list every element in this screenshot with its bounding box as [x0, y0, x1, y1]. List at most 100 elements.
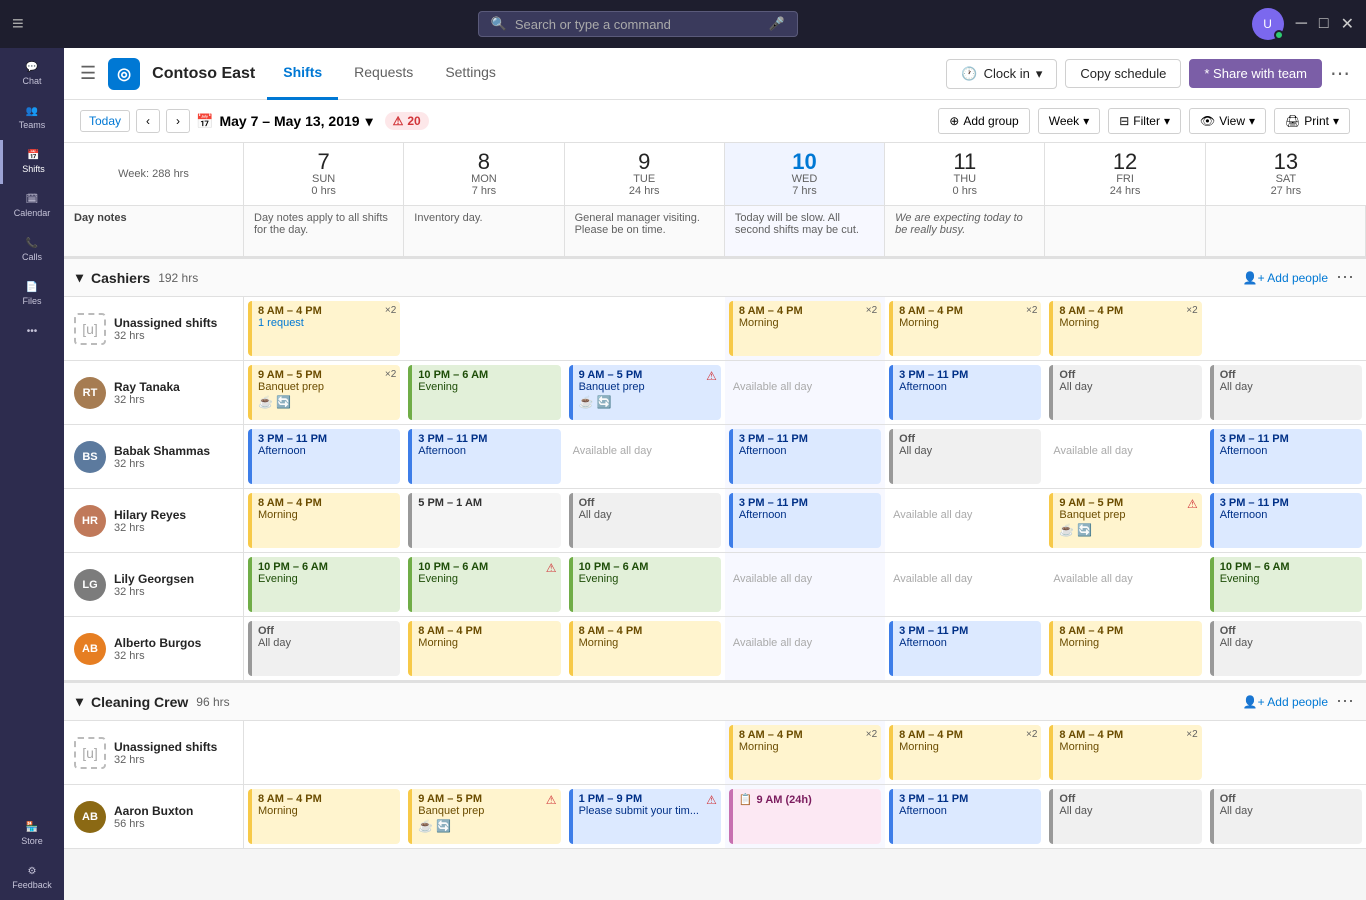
cleaning-unassigned-wed[interactable]: 8 AM – 4 PM ×2 Morning	[725, 721, 885, 784]
lily-mon-shift[interactable]: 10 PM – 6 AM Evening ⚠	[404, 553, 564, 616]
hilary-fri-shift[interactable]: 9 AM – 5 PM Banquet prep ⚠ ☕🔄	[1045, 489, 1205, 552]
online-status-dot	[1274, 30, 1284, 40]
aaron-fri-shift[interactable]: Off All day	[1045, 785, 1205, 848]
lily-sun-shift[interactable]: 10 PM – 6 AM Evening	[244, 553, 404, 616]
hilary-sun-shift[interactable]: 8 AM – 4 PM Morning	[244, 489, 404, 552]
lily-wed-shift: Available all day	[725, 553, 885, 616]
maximize-button[interactable]: □	[1319, 15, 1329, 33]
cashiers-add-people-button[interactable]: 👤+ Add people	[1243, 271, 1328, 285]
aaron-mon-shift[interactable]: 9 AM – 5 PM Banquet prep ⚠ ☕🔄	[404, 785, 564, 848]
sidebar-item-chat[interactable]: 💬 Chat	[0, 52, 64, 96]
cleaning-unassigned-fri[interactable]: 8 AM – 4 PM ×2 Morning	[1045, 721, 1205, 784]
add-group-button[interactable]: ⊕ Add group	[938, 108, 1029, 134]
minimize-button[interactable]: ─	[1296, 15, 1307, 33]
alberto-mon-shift[interactable]: 8 AM – 4 PM Morning	[404, 617, 564, 680]
hilary-tue-shift[interactable]: Off All day	[565, 489, 725, 552]
group-collapse-icon[interactable]: ▾	[76, 269, 83, 286]
babak-sat-shift[interactable]: 3 PM – 11 PM Afternoon	[1206, 425, 1366, 488]
alberto-wed-shift: Available all day	[725, 617, 885, 680]
next-week-button[interactable]: ›	[166, 109, 190, 133]
cashiers-group-name: ▾ Cashiers 192 hrs	[76, 269, 198, 286]
ray-mon-shift[interactable]: 10 PM – 6 AM Evening	[404, 361, 564, 424]
sidebar-item-calls[interactable]: 📞 Calls	[0, 228, 64, 272]
ray-tue-shift[interactable]: 9 AM – 5 PM Banquet prep ⚠ ☕🔄	[565, 361, 725, 424]
aaron-info: AB Aaron Buxton 56 hrs	[64, 785, 244, 848]
lily-georgsen-row: LG Lily Georgsen 32 hrs 10 PM – 6 AM Eve…	[64, 553, 1366, 617]
alberto-tue-shift[interactable]: 8 AM – 4 PM Morning	[565, 617, 725, 680]
print-button[interactable]: 🖨 Print ▾	[1274, 108, 1350, 134]
hamburger-menu[interactable]: ☰	[80, 63, 96, 84]
lily-sat-shift[interactable]: 10 PM – 6 AM Evening	[1206, 553, 1366, 616]
babak-thu-shift[interactable]: Off All day	[885, 425, 1045, 488]
babak-sun-shift[interactable]: 3 PM – 11 PM Afternoon	[244, 425, 404, 488]
view-button[interactable]: 👁 View ▾	[1189, 108, 1266, 134]
filter-icon: ⊟	[1119, 114, 1129, 128]
ray-sun-shift[interactable]: 9 AM – 5 PM ×2 Banquet prep ☕🔄	[244, 361, 404, 424]
day-note-mon: Inventory day.	[404, 206, 564, 256]
schedule-container: Week: 288 hrs 7 Sun 0 hrs 8 Mon 7 hrs 9 …	[64, 143, 1366, 900]
sidebar-item-store[interactable]: 🏪 Store	[0, 812, 64, 856]
nav-shifts[interactable]: Shifts	[267, 48, 338, 100]
hilary-sat-shift[interactable]: 3 PM – 11 PM Afternoon	[1206, 489, 1366, 552]
babak-shammas-row: BS Babak Shammas 32 hrs 3 PM – 11 PM Aft…	[64, 425, 1366, 489]
ray-sat-shift[interactable]: Off All day	[1206, 361, 1366, 424]
col-header-thu: 11 Thu 0 hrs	[885, 143, 1045, 205]
sidebar-item-calendar[interactable]: 🗓 Calendar	[0, 184, 64, 228]
hilary-mon-shift[interactable]: 5 PM – 1 AM	[404, 489, 564, 552]
cashiers-more-icon[interactable]: ⋯	[1336, 267, 1354, 288]
calls-label: Calls	[22, 252, 42, 262]
unassigned-sun-shift[interactable]: 8 AM – 4 PM ×2 1 request	[244, 297, 404, 360]
date-range[interactable]: 📅 May 7 – May 13, 2019 ▾	[196, 113, 373, 130]
ray-thu-shift[interactable]: 3 PM – 11 PM Afternoon	[885, 361, 1045, 424]
lily-tue-shift[interactable]: 10 PM – 6 AM Evening	[565, 553, 725, 616]
sidebar-item-feedback[interactable]: ⚙ Feedback	[0, 856, 64, 900]
cleaning-unassigned-thu[interactable]: 8 AM – 4 PM ×2 Morning	[885, 721, 1045, 784]
cleaning-add-people-button[interactable]: 👤+ Add people	[1243, 695, 1328, 709]
titlebar-controls: U ─ □ ✕	[1252, 8, 1354, 40]
aaron-thu-shift[interactable]: 3 PM – 11 PM Afternoon	[885, 785, 1045, 848]
cleaning-more-icon[interactable]: ⋯	[1336, 691, 1354, 712]
copy-schedule-button[interactable]: Copy schedule	[1065, 59, 1181, 88]
unassigned-tue-shift	[565, 297, 725, 360]
sidebar-item-files[interactable]: 📄 Files	[0, 272, 64, 316]
unassigned-wed-shift[interactable]: 8 AM – 4 PM ×2 Morning	[725, 297, 885, 360]
alberto-sun-shift[interactable]: Off All day	[244, 617, 404, 680]
alberto-fri-shift[interactable]: 8 AM – 4 PM Morning	[1045, 617, 1205, 680]
nav-settings[interactable]: Settings	[429, 48, 512, 100]
titlebar-menu[interactable]: ≡	[12, 13, 24, 36]
feedback-icon: ⚙	[28, 866, 37, 877]
nav-requests[interactable]: Requests	[338, 48, 429, 100]
main-content: ☰ ◎ Contoso East Shifts Requests Setting…	[64, 48, 1366, 900]
user-avatar[interactable]: U	[1252, 8, 1284, 40]
feedback-label: Feedback	[12, 880, 52, 890]
babak-mon-shift[interactable]: 3 PM – 11 PM Afternoon	[404, 425, 564, 488]
cleaning-collapse-icon[interactable]: ▾	[76, 693, 83, 710]
unassigned-thu-shift[interactable]: 8 AM – 4 PM ×2 Morning	[885, 297, 1045, 360]
clock-in-button[interactable]: 🕐 Clock in ▾	[946, 59, 1057, 89]
hilary-wed-shift[interactable]: 3 PM – 11 PM Afternoon	[725, 489, 885, 552]
babak-wed-shift[interactable]: 3 PM – 11 PM Afternoon	[725, 425, 885, 488]
aaron-tue-shift[interactable]: 1 PM – 9 PM Please submit your tim... ⚠	[565, 785, 725, 848]
schedule-header: Today ‹ › 📅 May 7 – May 13, 2019 ▾ ⚠ 20 …	[64, 100, 1366, 143]
app-nav: Shifts Requests Settings	[267, 48, 512, 100]
teams-icon: 👥	[26, 106, 38, 117]
today-button[interactable]: Today	[80, 110, 130, 132]
close-button[interactable]: ✕	[1341, 14, 1354, 34]
week-button[interactable]: Week ▾	[1038, 108, 1101, 134]
alberto-sat-shift[interactable]: Off All day	[1206, 617, 1366, 680]
sidebar-item-shifts[interactable]: 📅 Shifts	[0, 140, 64, 184]
search-bar[interactable]: 🔍 Search or type a command 🎤	[478, 11, 798, 37]
aaron-sun-shift[interactable]: 8 AM – 4 PM Morning	[244, 785, 404, 848]
warning-badge[interactable]: ⚠ 20	[385, 112, 429, 130]
ray-fri-shift[interactable]: Off All day	[1045, 361, 1205, 424]
prev-week-button[interactable]: ‹	[136, 109, 160, 133]
sidebar-item-more[interactable]: •••	[0, 316, 64, 347]
share-with-team-button[interactable]: * Share with team	[1189, 59, 1322, 88]
aaron-sat-shift[interactable]: Off All day	[1206, 785, 1366, 848]
unassigned-fri-shift[interactable]: 8 AM – 4 PM ×2 Morning	[1045, 297, 1205, 360]
sidebar-item-teams[interactable]: 👥 Teams	[0, 96, 64, 140]
alberto-thu-shift[interactable]: 3 PM – 11 PM Afternoon	[885, 617, 1045, 680]
more-options-icon[interactable]: ⋯	[1330, 61, 1350, 86]
aaron-wed-shift[interactable]: 📋 9 AM (24h)	[725, 785, 885, 848]
filter-button[interactable]: ⊟ Filter ▾	[1108, 108, 1181, 134]
